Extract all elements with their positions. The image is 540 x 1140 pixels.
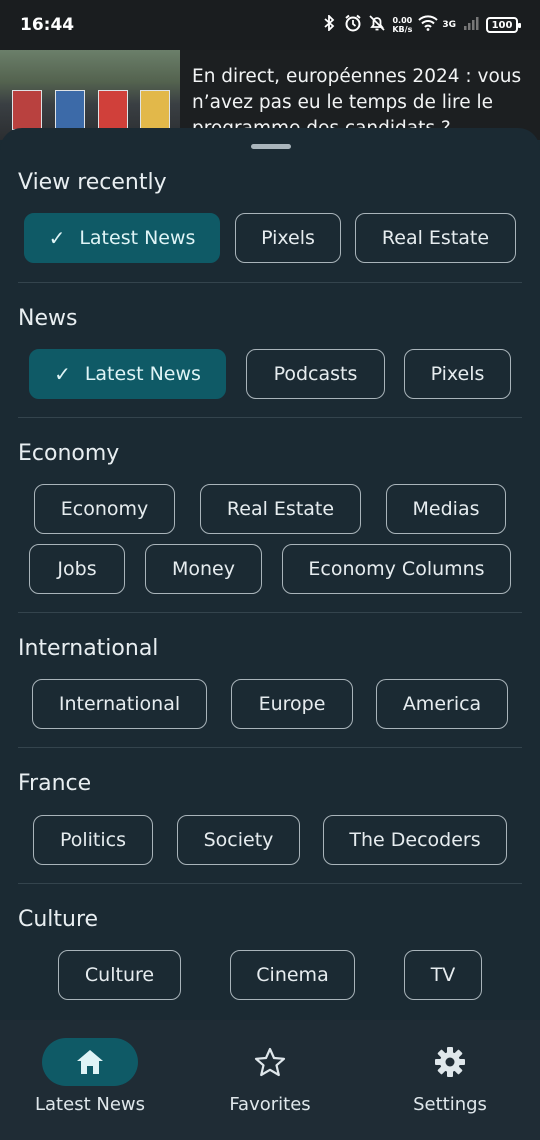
nav-label: Favorites	[229, 1094, 311, 1115]
chip-label: Economy Columns	[308, 558, 485, 580]
alarm-icon	[344, 14, 362, 36]
chip-label: The Decoders	[349, 829, 481, 851]
section-title-economy: Economy	[18, 441, 120, 466]
divider	[18, 612, 522, 613]
chip-money[interactable]: Money	[145, 544, 262, 594]
chip-economy[interactable]: Economy	[34, 484, 175, 534]
chip-culture[interactable]: Culture	[58, 950, 181, 1000]
status-time: 16:44	[20, 15, 75, 35]
star-icon	[180, 1044, 360, 1080]
chip-label: Money	[172, 558, 235, 580]
chip-medias[interactable]: Medias	[386, 484, 506, 534]
home-icon	[0, 1044, 180, 1080]
section-title-france: France	[18, 771, 92, 796]
chip-real-estate[interactable]: Real Estate	[200, 484, 361, 534]
chip-pixels[interactable]: Pixels	[235, 213, 341, 263]
section-title-international: International	[18, 636, 159, 661]
network-type: 3G	[442, 20, 456, 30]
section-title-news: News	[18, 306, 78, 331]
bottom-navigation: Latest News Favorites Settings	[0, 1020, 540, 1140]
nav-label: Settings	[413, 1094, 487, 1115]
network-speed: 0.00 KB/s	[392, 16, 412, 34]
bell-off-icon	[368, 14, 386, 36]
status-icons: 0.00 KB/s 3G 100	[320, 13, 521, 36]
chip-politics[interactable]: Politics	[33, 815, 153, 865]
chip-label: Cinema	[256, 964, 329, 986]
category-sheet: View recently ✓ Latest News Pixels Real …	[0, 128, 540, 1140]
divider	[18, 883, 522, 884]
nav-label: Latest News	[35, 1094, 145, 1115]
chip-international[interactable]: International	[32, 679, 207, 729]
network-speed-unit: KB/s	[392, 25, 413, 34]
drag-handle[interactable]	[251, 144, 291, 149]
wifi-icon	[418, 15, 439, 35]
chip-pixels[interactable]: Pixels	[404, 349, 511, 399]
chip-label: Europe	[258, 693, 326, 715]
poster-image	[12, 90, 42, 130]
chip-cinema[interactable]: Cinema	[230, 950, 355, 1000]
chip-america[interactable]: America	[376, 679, 508, 729]
chip-label: Politics	[59, 829, 127, 851]
divider	[18, 282, 522, 283]
check-icon: ✓	[54, 362, 71, 386]
chip-society[interactable]: Society	[177, 815, 300, 865]
chip-label: Real Estate	[226, 498, 335, 520]
chip-label: Medias	[412, 498, 480, 520]
chip-label: Society	[203, 829, 274, 851]
section-title-culture: Culture	[18, 907, 99, 932]
gear-icon	[360, 1044, 540, 1080]
chip-label: Real Estate	[381, 227, 490, 249]
signal-icon	[462, 15, 480, 35]
chip-label: TV	[430, 964, 456, 986]
check-icon: ✓	[48, 226, 66, 250]
chip-the-decoders[interactable]: The Decoders	[323, 815, 507, 865]
battery-icon: 100	[486, 17, 521, 33]
chip-jobs[interactable]: Jobs	[29, 544, 125, 594]
chip-label: America	[402, 693, 482, 715]
chip-label: Latest News	[79, 227, 196, 249]
chip-label: Pixels	[261, 227, 315, 249]
chip-tv[interactable]: TV	[404, 950, 482, 1000]
network-speed-value: 0.00	[392, 16, 413, 25]
chip-latest-news[interactable]: ✓ Latest News	[29, 349, 226, 399]
nav-latest-news[interactable]: Latest News	[0, 1020, 180, 1140]
chip-label: Economy	[60, 498, 149, 520]
poster-image	[98, 90, 128, 130]
chip-label: Culture	[84, 964, 155, 986]
divider	[18, 417, 522, 418]
poster-image	[140, 90, 170, 130]
chip-label: International	[58, 693, 181, 715]
poster-image	[55, 90, 85, 130]
article-preview[interactable]: En direct, européennes 2024 : vous n’ave…	[0, 50, 540, 140]
chip-podcasts[interactable]: Podcasts	[246, 349, 385, 399]
nav-favorites[interactable]: Favorites	[180, 1020, 360, 1140]
status-bar: 16:44 0.00 KB/s 3G 100	[0, 0, 540, 50]
chip-label: Latest News	[84, 363, 201, 385]
chip-latest-news[interactable]: ✓ Latest News	[24, 213, 220, 263]
section-title-view-recently: View recently	[18, 170, 167, 195]
bluetooth-icon	[320, 13, 338, 35]
chip-europe[interactable]: Europe	[231, 679, 353, 729]
battery-level: 100	[491, 19, 513, 31]
nav-settings[interactable]: Settings	[360, 1020, 540, 1140]
divider	[18, 747, 522, 748]
chip-label: Jobs	[57, 558, 97, 580]
article-thumbnail	[0, 50, 180, 140]
chip-label: Pixels	[430, 363, 485, 385]
chip-real-estate[interactable]: Real Estate	[355, 213, 516, 263]
chip-economy-columns[interactable]: Economy Columns	[282, 544, 511, 594]
chip-label: Podcasts	[273, 363, 358, 385]
